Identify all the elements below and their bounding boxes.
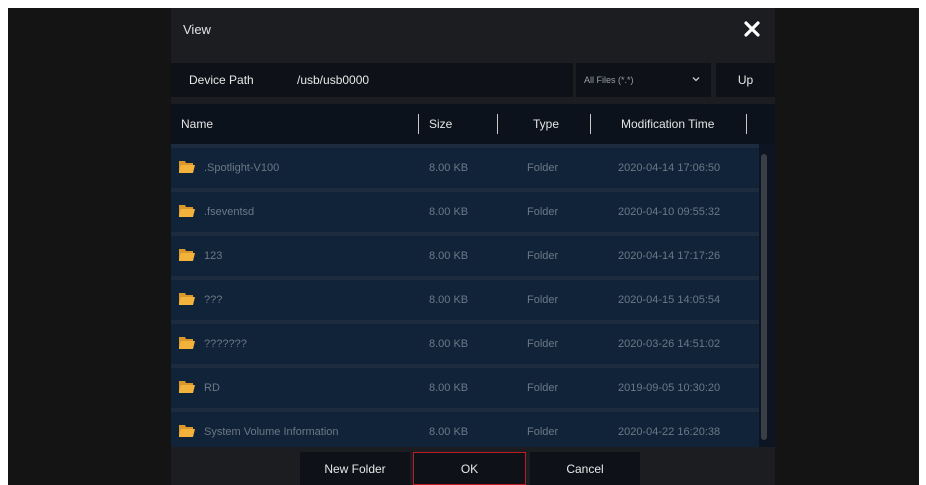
column-name-header[interactable]: Name bbox=[181, 117, 213, 131]
row-name: ??????? bbox=[204, 338, 247, 350]
folder-icon bbox=[179, 249, 195, 261]
row-name: ??? bbox=[204, 294, 223, 306]
folder-icon bbox=[179, 293, 195, 305]
up-button[interactable]: Up bbox=[716, 63, 775, 97]
column-divider bbox=[746, 114, 747, 134]
device-path-value: /usb/usb0000 bbox=[297, 73, 370, 87]
column-modified-header[interactable]: Modification Time bbox=[621, 117, 714, 131]
row-name: .Spotlight-V100 bbox=[204, 162, 280, 174]
dialog-titlebar: View bbox=[171, 8, 775, 53]
table-row[interactable]: 123 8.00 KB Folder 2020-04-14 17:17:26 bbox=[171, 236, 759, 276]
device-path-field: Device Path /usb/usb0000 bbox=[171, 63, 573, 97]
file-table: Name Size Type Modification Time .Spotli… bbox=[171, 104, 775, 447]
row-size: 8.00 KB bbox=[429, 338, 469, 350]
row-modified: 2020-04-14 17:17:26 bbox=[618, 250, 721, 262]
row-name: 123 bbox=[204, 250, 223, 262]
new-folder-button[interactable]: New Folder bbox=[300, 452, 410, 485]
folder-icon bbox=[179, 381, 195, 393]
row-type: Folder bbox=[527, 338, 559, 350]
row-type: Folder bbox=[527, 250, 559, 262]
path-bar: Device Path /usb/usb0000 All Files (*.*)… bbox=[171, 63, 775, 97]
row-size: 8.00 KB bbox=[429, 206, 469, 218]
folder-icon bbox=[179, 337, 195, 349]
row-modified: 2020-04-10 09:55:32 bbox=[618, 206, 721, 218]
dialog-title: View bbox=[183, 22, 211, 37]
row-type: Folder bbox=[527, 162, 559, 174]
file-filter-select[interactable]: All Files (*.*) bbox=[576, 63, 711, 97]
table-row[interactable]: ??? 8.00 KB Folder 2020-04-15 14:05:54 bbox=[171, 280, 759, 320]
scrollbar-thumb[interactable] bbox=[761, 154, 767, 440]
dialog-footer: New Folder OK Cancel bbox=[171, 447, 775, 485]
table-row[interactable]: System Volume Information 8.00 KB Folder… bbox=[171, 412, 759, 447]
device-path-label: Device Path bbox=[189, 73, 254, 87]
close-button[interactable] bbox=[739, 16, 765, 42]
row-modified: 2020-04-14 17:06:50 bbox=[618, 162, 721, 174]
row-size: 8.00 KB bbox=[429, 382, 469, 394]
row-type: Folder bbox=[527, 426, 559, 438]
row-size: 8.00 KB bbox=[429, 426, 469, 438]
column-divider bbox=[590, 114, 591, 134]
table-row[interactable]: .Spotlight-V100 8.00 KB Folder 2020-04-1… bbox=[171, 148, 759, 188]
column-size-header[interactable]: Size bbox=[429, 117, 452, 131]
row-modified: 2020-04-15 14:05:54 bbox=[618, 294, 721, 306]
row-size: 8.00 KB bbox=[429, 294, 469, 306]
folder-icon bbox=[179, 425, 195, 437]
file-browser-dialog: View Device Path /usb/usb0000 All Files … bbox=[171, 8, 775, 485]
close-icon bbox=[744, 21, 760, 37]
row-modified: 2020-04-22 16:20:38 bbox=[618, 426, 721, 438]
table-header: Name Size Type Modification Time bbox=[171, 104, 775, 144]
row-name: System Volume Information bbox=[204, 426, 339, 438]
row-modified: 2019-09-05 10:30:20 bbox=[618, 382, 721, 394]
cancel-button[interactable]: Cancel bbox=[530, 452, 640, 485]
row-modified: 2020-03-26 14:51:02 bbox=[618, 338, 721, 350]
row-type: Folder bbox=[527, 206, 559, 218]
folder-icon bbox=[179, 205, 195, 217]
row-type: Folder bbox=[527, 294, 559, 306]
column-divider bbox=[418, 114, 419, 134]
folder-icon bbox=[179, 161, 195, 173]
row-size: 8.00 KB bbox=[429, 250, 469, 262]
row-name: .fseventsd bbox=[204, 206, 255, 218]
column-type-header[interactable]: Type bbox=[533, 117, 559, 131]
row-name: RD bbox=[204, 382, 220, 394]
chevron-down-icon bbox=[692, 77, 700, 82]
table-row[interactable]: ??????? 8.00 KB Folder 2020-03-26 14:51:… bbox=[171, 324, 759, 364]
ok-button[interactable]: OK bbox=[413, 452, 526, 485]
table-row[interactable]: RD 8.00 KB Folder 2019-09-05 10:30:20 bbox=[171, 368, 759, 408]
row-size: 8.00 KB bbox=[429, 162, 469, 174]
row-type: Folder bbox=[527, 382, 559, 394]
column-divider bbox=[497, 114, 498, 134]
file-filter-value: All Files (*.*) bbox=[584, 75, 634, 85]
table-row[interactable]: .fseventsd 8.00 KB Folder 2020-04-10 09:… bbox=[171, 192, 759, 232]
